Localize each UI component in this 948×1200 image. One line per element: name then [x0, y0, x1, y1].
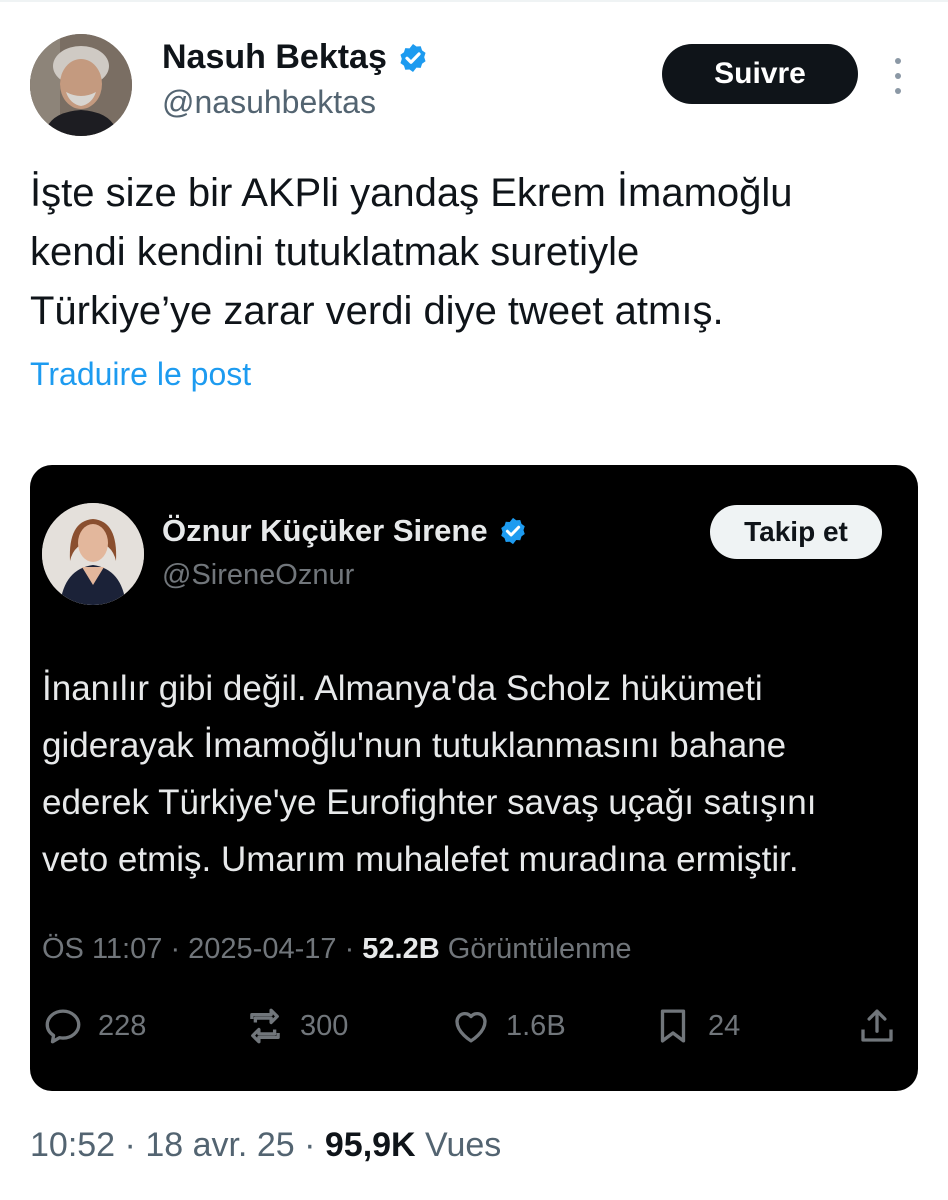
quoted-views-count: 52.2B [362, 933, 440, 965]
quoted-author-avatar [42, 503, 144, 605]
quoted-author-avatar-image [42, 503, 144, 605]
tweet-text: İşte size bir AKPli yandaş Ekrem İmamoğl… [30, 164, 910, 341]
quoted-text-line: ederek Türkiye'ye Eurofighter savaş uçağ… [42, 783, 817, 822]
translate-post-link[interactable]: Traduire le post [30, 356, 251, 393]
bookmark-count: 24 [708, 1009, 741, 1042]
meta-separator: · [162, 933, 189, 965]
views-count[interactable]: 95,9K [325, 1126, 416, 1164]
meta-separator: · [294, 1126, 325, 1164]
reply-count: 228 [98, 1009, 147, 1042]
meta-separator: · [115, 1126, 146, 1164]
author-name-text: Nasuh Bektaş [162, 38, 387, 76]
share-action [856, 1005, 898, 1047]
quoted-tweet-meta: ÖS 11:07 · 2025-04-17 · 52.2B Görüntülen… [42, 933, 632, 966]
verified-badge-icon [500, 517, 525, 545]
verified-badge-icon [400, 43, 426, 72]
bookmark-action: 24 [652, 1005, 740, 1047]
like-action: 1.6B [450, 1005, 566, 1047]
reply-action: 228 [42, 1005, 146, 1047]
heart-icon [455, 1011, 487, 1043]
tweet-text-line: İşte size bir AKPli yandaş Ekrem İmamoğl… [30, 171, 793, 215]
author-name[interactable]: Nasuh Bektaş [162, 38, 429, 77]
quoted-author-name: Öznur Küçüker Sirene [162, 513, 528, 549]
quoted-action-bar: 228 300 1.6B 24 [30, 1005, 918, 1055]
more-vertical-icon[interactable] [890, 56, 906, 96]
quoted-author-name-text: Öznur Küçüker Sirene [162, 513, 488, 548]
quoted-time: ÖS 11:07 [42, 933, 163, 965]
share-icon [861, 1009, 893, 1042]
quoted-views-label: Görüntülenme [439, 933, 632, 965]
tweet-time[interactable]: 10:52 [30, 1126, 115, 1164]
follow-button[interactable]: Suivre [662, 44, 858, 104]
tweet-text-line: kendi kendini tutuklatmak suretiyle [30, 230, 640, 274]
repost-icon [250, 1008, 280, 1044]
quoted-tweet-text: İnanılır gibi değil. Almanya'da Scholz h… [42, 660, 902, 888]
meta-separator: · [336, 933, 363, 965]
author-handle[interactable]: @nasuhbektas [162, 84, 376, 121]
top-divider [0, 0, 948, 2]
quoted-text-line: giderayak İmamoğlu'nun tutuklanmasını ba… [42, 726, 787, 765]
bookmark-icon [660, 1009, 686, 1043]
quoted-text-line: İnanılır gibi değil. Almanya'da Scholz h… [42, 669, 763, 708]
tweet-text-line: Türkiye’ye zarar verdi diye tweet atmış. [30, 289, 724, 333]
quoted-date: 2025-04-17 [188, 933, 337, 965]
quoted-follow-button: Takip et [710, 505, 882, 559]
quoted-text-line: veto etmiş. Umarım muhalefet muradına er… [42, 840, 799, 879]
tweet-date[interactable]: 18 avr. 25 [145, 1126, 294, 1164]
author-avatar-image [30, 34, 132, 136]
like-count: 1.6B [506, 1009, 566, 1042]
author-avatar[interactable] [30, 34, 132, 136]
embedded-tweet-screenshot[interactable]: Öznur Küçüker Sirene @SireneOznur Takip … [30, 465, 918, 1091]
reply-icon [45, 1009, 81, 1044]
tweet-meta: 10:52 · 18 avr. 25 · 95,9K Vues [30, 1126, 501, 1165]
repost-action: 300 [244, 1005, 348, 1047]
views-label[interactable]: Vues [416, 1126, 501, 1164]
quoted-author-handle: @SireneOznur [162, 559, 355, 591]
repost-count: 300 [300, 1009, 349, 1042]
